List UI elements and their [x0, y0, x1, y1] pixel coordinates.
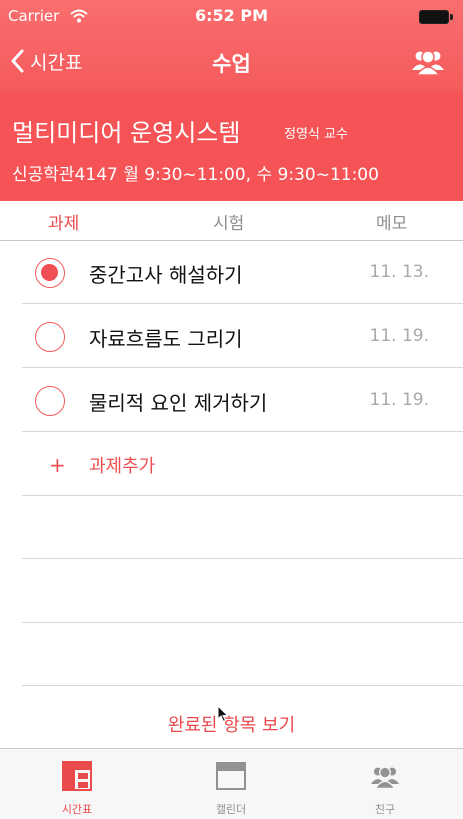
page-title: 수업 [212, 52, 251, 76]
tabbar-item-calendar[interactable]: 캘린더 [154, 749, 308, 819]
task-title: 자료흐름도 그리기 [89, 327, 243, 351]
tabbar-item-timetable[interactable]: 시간표 [0, 749, 154, 819]
task-checkbox-checked[interactable] [35, 258, 65, 288]
show-completed-button[interactable]: 완료된 항목 보기 [0, 711, 463, 737]
battery-icon [419, 10, 453, 24]
tabbar-label: 친구 [374, 803, 396, 816]
segment-tabs: 과제 시험 메모 [0, 201, 463, 241]
tab-exams[interactable]: 시험 [213, 209, 244, 234]
navigation-bar: 시간표 수업 [0, 34, 463, 93]
top-bar: Carrier 6:52 PM 시간표 수업 [0, 0, 463, 93]
friends-icon [370, 766, 400, 790]
tabbar-label: 시간표 [61, 803, 93, 816]
course-header: 멀티미디어 운영시스템 정영식 교수 신공학관4147 월 9:30~11:00… [0, 93, 463, 201]
screen: Carrier 6:52 PM 시간표 수업 멀티미디어 운영시스템 정영식 교… [0, 0, 463, 819]
task-title: 물리적 요인 제거하기 [89, 391, 268, 415]
friends-button[interactable] [411, 46, 445, 76]
status-bar: Carrier 6:52 PM [0, 0, 463, 34]
task-date: 11. 19. [369, 390, 429, 410]
professor-name: 정영식 교수 [284, 127, 348, 142]
plus-icon: + [49, 453, 66, 477]
add-task-button[interactable]: + 과제추가 [22, 433, 463, 496]
empty-row [22, 496, 463, 559]
course-name: 멀티미디어 운영시스템 [12, 119, 241, 147]
calendar-icon [216, 762, 246, 790]
task-row[interactable]: 물리적 요인 제거하기 11. 19. [22, 369, 463, 432]
tabbar-item-friends[interactable]: 친구 [308, 749, 462, 819]
tabbar-label: 캘린더 [215, 803, 247, 816]
tab-bar: 시간표 캘린더 친구 [0, 748, 463, 819]
task-date: 11. 19. [369, 326, 429, 346]
tab-memo[interactable]: 메모 [376, 209, 407, 234]
friends-icon [412, 50, 444, 76]
mouse-cursor-icon [217, 705, 229, 723]
task-row[interactable]: 자료흐름도 그리기 11. 19. [22, 305, 463, 368]
task-checkbox[interactable] [35, 322, 65, 352]
task-title: 중간고사 해설하기 [89, 263, 243, 287]
task-checkbox[interactable] [35, 386, 65, 416]
status-time: 6:52 PM [194, 6, 268, 25]
task-row[interactable]: 중간고사 해설하기 11. 13. [22, 241, 463, 304]
empty-row [22, 623, 463, 686]
timetable-icon [62, 761, 92, 791]
tab-assignments[interactable]: 과제 [48, 209, 79, 234]
course-schedule: 신공학관4147 월 9:30~11:00, 수 9:30~11:00 [12, 165, 379, 185]
task-date: 11. 13. [369, 262, 429, 282]
empty-row [22, 560, 463, 623]
add-task-label: 과제추가 [89, 456, 156, 477]
